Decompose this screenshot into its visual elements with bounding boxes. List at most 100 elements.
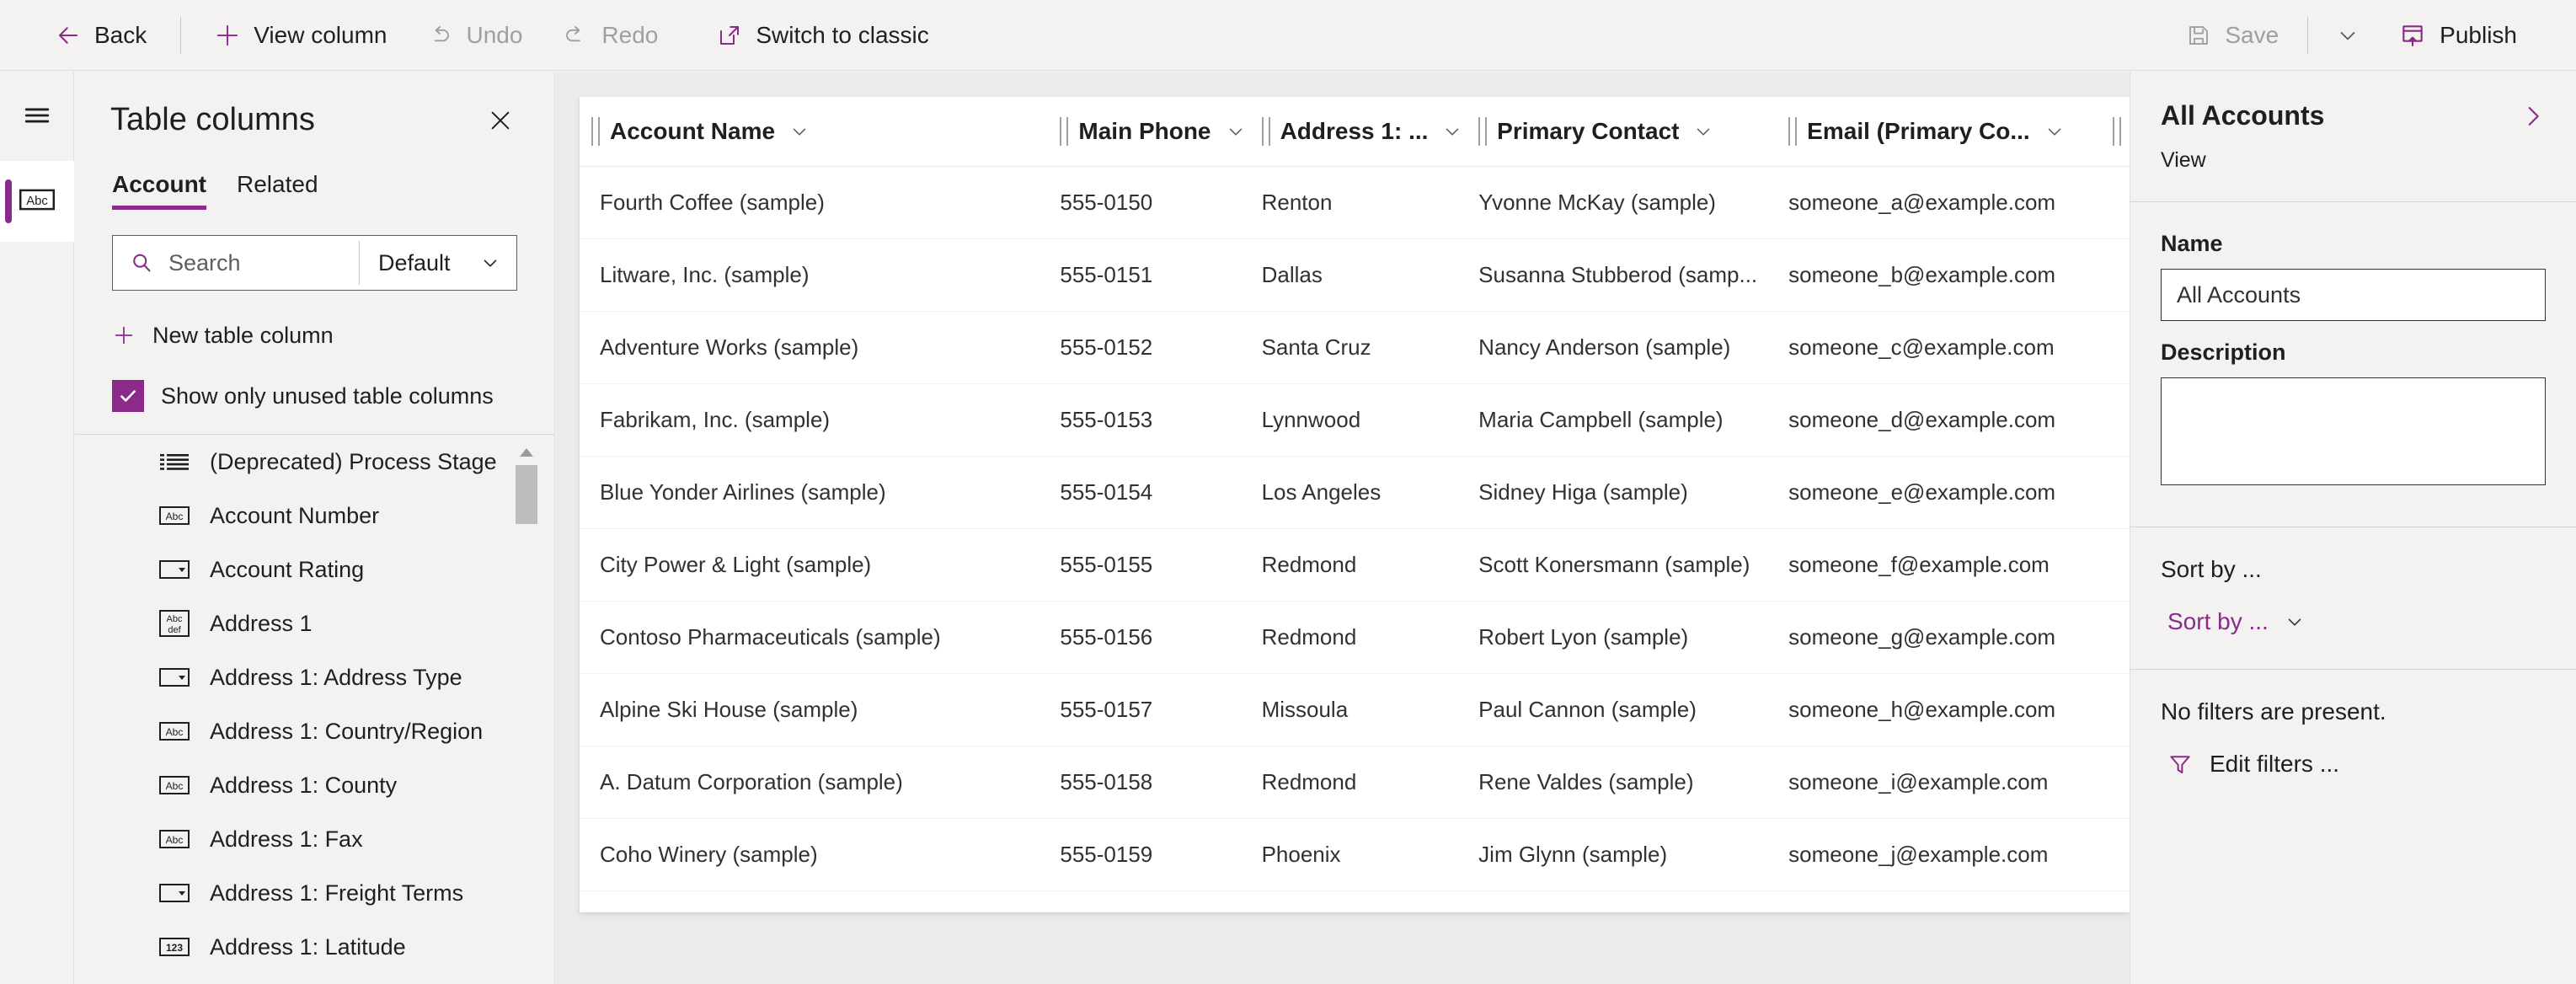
table-column-list-item[interactable]: Abc Address 1: County: [75, 758, 554, 812]
column-resize-grip[interactable]: [2113, 116, 2121, 146]
scroll-up-arrow-icon[interactable]: [516, 443, 537, 462]
column-resize-grip[interactable]: [1478, 116, 1488, 146]
command-bar-right: Save Publish: [2166, 0, 2576, 70]
table-columns-scrollbar[interactable]: [516, 443, 537, 976]
column-filter-dropdown[interactable]: Default: [360, 236, 516, 290]
chevron-down-icon[interactable]: [1441, 120, 1463, 142]
publish-button[interactable]: Publish: [2382, 11, 2534, 60]
grid-row[interactable]: Fabrikam, Inc. (sample) 555-0153 Lynnwood M…: [580, 383, 2130, 457]
left-rail: Abc: [0, 72, 74, 984]
grid-cell-email: someone_c@example.com: [1788, 311, 2130, 384]
description-textarea[interactable]: [2161, 377, 2546, 485]
field-spacer: [2161, 321, 2546, 340]
grid-column-header[interactable]: Email (Primary Co...: [1788, 97, 2130, 167]
grid-row[interactable]: Litware, Inc. (sample) 555-0151 Dallas Susa…: [580, 238, 2130, 312]
grid-row[interactable]: City Power & Light (sample) 555-0155 Redmo…: [580, 528, 2130, 602]
properties-panel-subtitle: View: [2161, 148, 2206, 172]
svg-text:123: 123: [166, 942, 183, 954]
save-options-button[interactable]: [2320, 11, 2376, 60]
chevron-down-icon[interactable]: [1225, 120, 1247, 142]
grid-cell-primary_contact: Susanna Stubberod (samp...: [1478, 238, 1789, 312]
table-column-list-item[interactable]: Abc Account Number: [75, 489, 554, 543]
redo-button[interactable]: Redo: [546, 11, 675, 60]
command-bar: Back View column Undo Redo Switch to cla…: [0, 0, 2576, 71]
view-grid-card: Account Name Main Phone Address 1: ... Prim…: [580, 97, 2130, 912]
sort-by-link-label: Sort by ...: [2167, 608, 2269, 634]
grid-cell-email: someone_e@example.com: [1788, 456, 2130, 529]
grid-row[interactable]: Alpine Ski House (sample) 555-0157 Missoul…: [580, 673, 2130, 746]
chevron-down-icon[interactable]: [1692, 120, 1714, 142]
table-column-list-item[interactable]: Address 1: Address Type: [75, 650, 554, 704]
table-columns-list-container: (Deprecated) Process Stage Abc Account Num…: [75, 434, 554, 984]
rail-selection-indicator: [4, 179, 12, 223]
table-column-list-item[interactable]: Address 1: Freight Terms: [75, 866, 554, 920]
publish-upload-icon: [2399, 22, 2426, 49]
text-abc-icon: Abc: [159, 716, 190, 746]
chevron-right-icon[interactable]: [2519, 102, 2547, 131]
checkbox-checked-icon: [112, 380, 144, 412]
chevron-down-icon: [2284, 611, 2306, 633]
grid-cell-email: someone_f@example.com: [1788, 528, 2130, 602]
undo-button[interactable]: Undo: [410, 11, 539, 60]
grid-column-header[interactable]: Account Name: [580, 97, 1061, 167]
grid-column-header[interactable]: Address 1: ...: [1261, 97, 1479, 167]
grid-column-header[interactable]: Primary Contact: [1478, 97, 1789, 167]
switch-to-classic-button[interactable]: Switch to classic: [700, 11, 945, 60]
grid-row[interactable]: A. Datum Corporation (sample) 555-0158 Red…: [580, 746, 2130, 819]
properties-panel-header: All Accounts View: [2130, 72, 2576, 202]
column-resize-grip[interactable]: [1788, 116, 1798, 146]
table-column-list-item-label: Address 1: County: [210, 772, 398, 798]
grid-row[interactable]: Adventure Works (sample) 555-0152 Santa Cr…: [580, 311, 2130, 384]
edit-filters-button[interactable]: Edit filters ...: [2161, 751, 2546, 778]
svg-text:Abc: Abc: [166, 511, 184, 522]
table-column-list-item[interactable]: Abc Address 1: Fax: [75, 812, 554, 866]
back-button[interactable]: Back: [39, 11, 163, 60]
toolbar-divider-1: [180, 16, 182, 54]
tab-related[interactable]: Related: [237, 171, 318, 210]
table-column-list-item[interactable]: Abc def Address 1: [75, 596, 554, 650]
view-column-button[interactable]: View column: [198, 11, 404, 60]
grid-cell-main_phone: 555-0157: [1060, 673, 1262, 746]
table-column-list-item-label: Address 1: Fax: [210, 826, 363, 852]
plus-icon: [112, 324, 136, 347]
table-column-list-item-label: Address 1: Country/Region: [210, 718, 484, 744]
tab-account[interactable]: Account: [112, 171, 206, 210]
sidebar-item-columns[interactable]: Abc: [0, 161, 74, 242]
grid-cell-address1_city: Santa Cruz: [1261, 311, 1479, 384]
table-column-list-item[interactable]: 123 Address 1: Latitude: [75, 920, 554, 974]
grid-row[interactable]: Blue Yonder Airlines (sample) 555-0154 Los…: [580, 456, 2130, 529]
column-resize-grip[interactable]: [1060, 116, 1069, 146]
redo-label: Redo: [601, 21, 659, 48]
grid-cell-email: someone_b@example.com: [1788, 238, 2130, 312]
name-input[interactable]: [2161, 269, 2546, 321]
grid-cell-account_name: Fabrikam, Inc. (sample): [580, 383, 1061, 457]
grid-cell-email: someone_h@example.com: [1788, 673, 2130, 746]
save-button[interactable]: Save: [2169, 11, 2295, 60]
search-input[interactable]: [167, 249, 359, 277]
search-box[interactable]: [113, 236, 359, 290]
table-column-list-item[interactable]: (Deprecated) Process Stage: [75, 435, 554, 489]
grid-cell-email: someone_a@example.com: [1788, 166, 2130, 239]
grid-row[interactable]: Fourth Coffee (sample) 555-0150 Renton Yvon…: [580, 166, 2130, 239]
svg-text:Abc: Abc: [26, 195, 48, 208]
hamburger-menu-icon[interactable]: [12, 90, 62, 141]
svg-text:Abc: Abc: [166, 834, 184, 846]
column-resize-grip[interactable]: [591, 116, 600, 146]
grid-cell-primary_contact: Maria Campbell (sample): [1478, 383, 1789, 457]
grid-cell-account_name: Fourth Coffee (sample): [580, 166, 1061, 239]
close-icon[interactable]: [480, 100, 521, 141]
grid-row[interactable]: Contoso Pharmaceuticals (sample) 555-0156…: [580, 601, 2130, 674]
new-table-column-button[interactable]: New table column: [109, 313, 517, 358]
column-resize-grip[interactable]: [1261, 116, 1270, 146]
grid-cell-primary_contact: Yvonne McKay (sample): [1478, 166, 1789, 239]
chevron-down-icon[interactable]: [2044, 120, 2066, 142]
grid-row[interactable]: Coho Winery (sample) 555-0159 Phoenix Jim G…: [580, 818, 2130, 891]
grid-column-header[interactable]: Main Phone: [1060, 97, 1262, 167]
sort-by-dropdown[interactable]: Sort by ...: [2161, 608, 2546, 635]
show-unused-columns-checkbox[interactable]: Show only unused table columns: [112, 373, 517, 419]
table-column-list-item[interactable]: Account Rating: [75, 543, 554, 596]
table-column-list-item[interactable]: Abc Address 1: Country/Region: [75, 704, 554, 758]
chevron-down-icon[interactable]: [788, 120, 810, 142]
text-abc-icon: Abc: [159, 770, 190, 800]
scrollbar-thumb[interactable]: [516, 465, 537, 524]
